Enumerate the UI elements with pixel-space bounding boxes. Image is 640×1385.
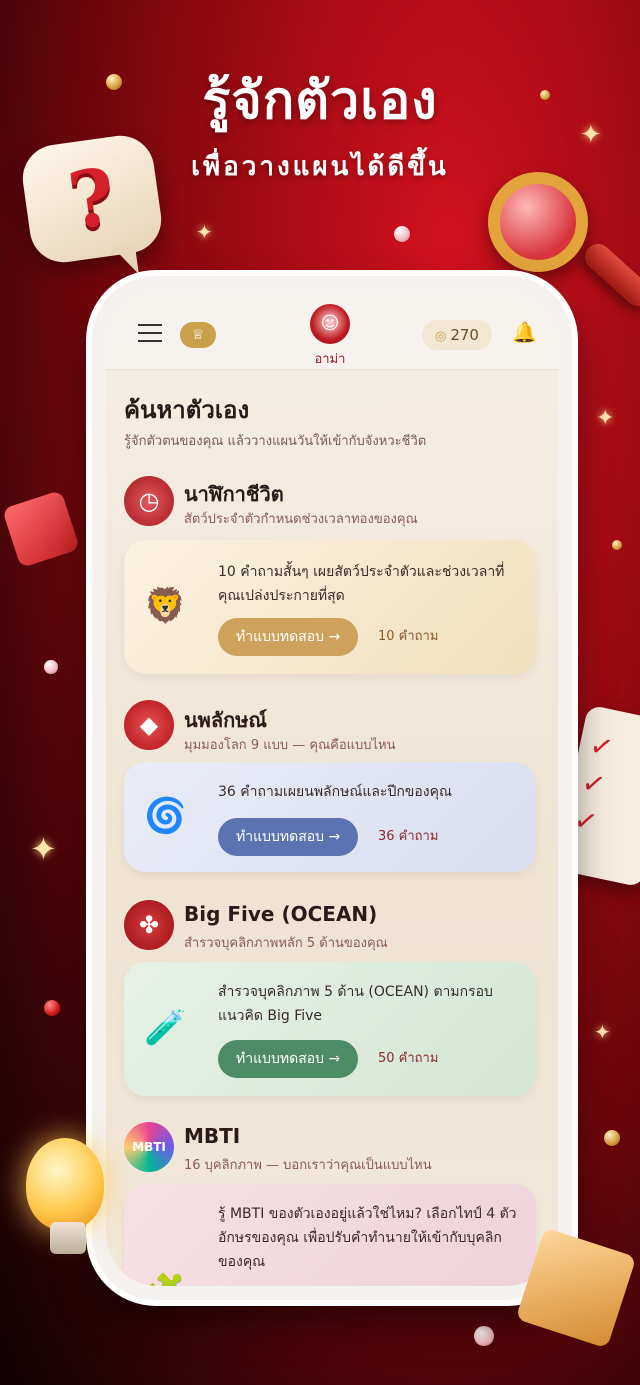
- page-title: ค้นหาตัวเอง: [124, 396, 250, 424]
- quiz-card[interactable]: 🌀 36 คำถามเผยนพลักษณ์และปีกของคุณ ทำแบบท…: [124, 762, 536, 872]
- card-description: 36 คำถามเผยนพลักษณ์และปีกของคุณ: [218, 784, 452, 800]
- question-count: 36 คำถาม: [378, 829, 439, 844]
- sparkle-icon: ✦: [594, 1020, 611, 1044]
- light-bulb-icon: [26, 1138, 104, 1230]
- mbti-icon: MBTI: [124, 1122, 174, 1172]
- gem-icon: ◆: [124, 700, 174, 750]
- coin-icon: ◎: [435, 329, 447, 344]
- coin-count: 270: [450, 326, 479, 344]
- coin-balance[interactable]: ◎ 270: [422, 320, 492, 350]
- question-count: 50 คำถาม: [378, 1051, 439, 1066]
- mbti-card[interactable]: 🧩 รู้ MBTI ของตัวเองอยู่แล้วใช่ไหม? เลือ…: [124, 1184, 536, 1286]
- menu-icon[interactable]: [138, 324, 162, 342]
- clock-icon: ◷: [124, 476, 174, 526]
- spiral-icon: 🌀: [144, 796, 187, 836]
- quiz-card[interactable]: 🦁 10 คำถามสั้นๆ เผยสัตว์ประจำตัวและช่วงเ…: [124, 540, 536, 674]
- question-count: 10 คำถาม: [378, 629, 439, 644]
- orb: [44, 1000, 60, 1016]
- test-tube-icon: 🧪: [144, 1008, 187, 1048]
- start-quiz-button[interactable]: ทำแบบทดสอบ →: [218, 618, 359, 656]
- section-subtitle: มุมมองโลก 9 แบบ — คุณคือแบบไหน: [184, 738, 396, 753]
- section-title: MBTI: [184, 1124, 241, 1148]
- orb: [394, 226, 410, 242]
- orb: [612, 540, 622, 550]
- card-description: 10 คำถามสั้นๆ เผยสัตว์ประจำตัวและช่วงเวล…: [218, 564, 505, 604]
- start-quiz-button[interactable]: ทำแบบทดสอบ →: [218, 818, 359, 856]
- app-bar: ♕ ☺ อาม่า ◎ 270 🔔: [106, 290, 558, 370]
- sparkle-icon: ✦: [30, 830, 57, 868]
- quiz-card[interactable]: 🧪 สำรวจบุคลิกภาพ 5 ด้าน (OCEAN) ตามกรอบแ…: [124, 962, 536, 1096]
- orb: [540, 90, 550, 100]
- section-subtitle: สัตว์ประจำตัวกำหนดช่วงเวลาทองของคุณ: [184, 512, 418, 527]
- sparkle-icon: ✦: [580, 120, 602, 150]
- card-description: รู้ MBTI ของตัวเองอยู่แล้วใช่ไหม? เลือกไ…: [218, 1206, 517, 1270]
- orb: [44, 660, 58, 674]
- phone-frame: ♕ ☺ อาม่า ◎ 270 🔔 ค้นหาตัวเอง รู้จักตัวตน…: [92, 276, 572, 1300]
- puzzle-piece-icon: 🧩: [144, 1272, 186, 1286]
- section-subtitle: 16 บุคลิกภาพ — บอกเราว่าคุณเป็นแบบไหน: [184, 1158, 432, 1173]
- avatar[interactable]: ☺: [310, 304, 350, 344]
- orb: [106, 74, 122, 90]
- orb: [604, 1130, 620, 1146]
- badge-icon[interactable]: ♕: [180, 322, 216, 348]
- start-quiz-button[interactable]: ทำแบบทดสอบ →: [218, 1040, 359, 1078]
- people-icon: ✤: [124, 900, 174, 950]
- bell-icon[interactable]: 🔔: [512, 320, 537, 344]
- section-title: นาฬิกาชีวิต: [184, 482, 284, 506]
- magnifier-handle: [579, 238, 640, 312]
- section-title: Big Five (OCEAN): [184, 902, 378, 926]
- light-bulb-base: [50, 1222, 86, 1254]
- lion-icon: 🦁: [144, 586, 187, 626]
- page-subtitle: รู้จักตัวตนของคุณ แล้ววางแผนวันให้เข้ากั…: [124, 434, 427, 449]
- card-description: สำรวจบุคลิกภาพ 5 ด้าน (OCEAN) ตามกรอบแนว…: [218, 984, 493, 1024]
- avatar-name: อาม่า: [314, 352, 346, 367]
- section-subtitle: สำรวจบุคลิกภาพหลัก 5 ด้านของคุณ: [184, 936, 388, 951]
- puzzle-icon: [1, 489, 81, 569]
- orb: [474, 1326, 494, 1346]
- app-screen: ♕ ☺ อาม่า ◎ 270 🔔 ค้นหาตัวเอง รู้จักตัวตน…: [106, 290, 558, 1286]
- sparkle-icon: ✦: [596, 406, 615, 431]
- question-bubble-icon: ?: [18, 131, 166, 267]
- magnifier-icon: [488, 172, 588, 272]
- section-title: นพลักษณ์: [184, 708, 267, 732]
- sparkle-icon: ✦: [196, 220, 213, 244]
